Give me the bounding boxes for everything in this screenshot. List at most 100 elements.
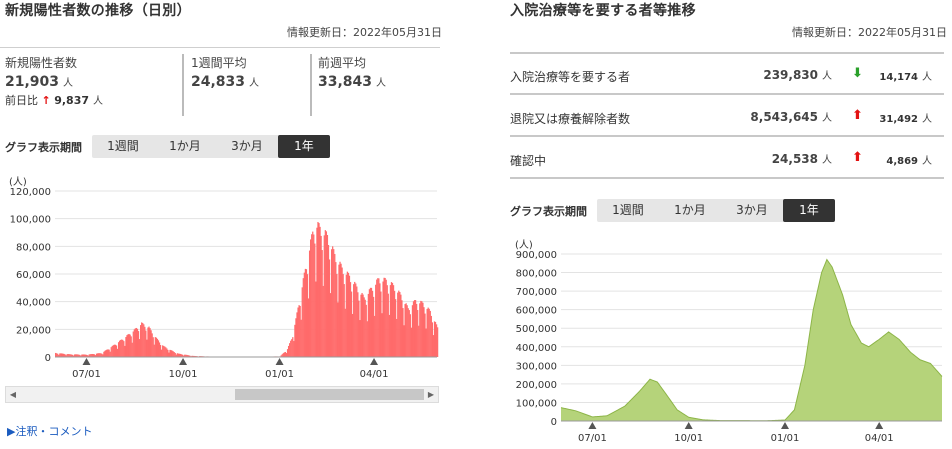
weekly-avg-label: 1週間平均 [191,56,247,70]
new-cases-label: 新規陽性者数 [5,56,78,70]
y-tick-label: 0 [551,417,557,428]
left-period-selector: グラフ表示期間 1週間 1か月 3か月 1年 [5,135,330,158]
stat-divider [182,54,184,116]
right-updated-date: 情報更新日：2022年05月31日 [792,26,947,39]
row-label: 退院又は療養解除者数 [510,112,631,126]
weekly-avg-unit: 人 [249,78,260,89]
row-unit: 人 [822,155,832,166]
x-tick-label: 10/01 [674,433,703,444]
table-row: 入院治療等を要する者 239,830 人 ⬇ 14,174 人 [510,54,944,95]
row-value-line: 239,830 人 [763,67,832,82]
row-value-line: 24,538 人 [772,151,832,166]
row-change-line: 14,174 人 [879,68,932,83]
y-tick-label: 80,000 [16,242,51,253]
period-1month-button[interactable]: 1か月 [154,135,216,158]
new-cases-chart: (人)020,00040,00060,00080,000100,000120,0… [9,176,439,380]
row-value-line: 8,543,645 人 [750,109,832,124]
row-unit: 人 [822,113,832,124]
change-unit: 人 [93,96,104,107]
change-value: 9,837 [54,94,90,107]
period-3month-button[interactable]: 3か月 [216,135,278,158]
x-tick-label: 07/01 [578,433,607,444]
x-tick-marker-icon [875,422,884,429]
left-stats-box: 新規陽性者数 21,903 人 前日比 ↑ 9,837 人 1週間平均 24,833… [0,47,440,119]
row-change: 4,869 [886,156,918,167]
y-tick-label: 600,000 [516,306,557,317]
row-change: 31,492 [879,114,918,125]
x-tick-label: 10/01 [169,369,198,380]
bar [437,327,439,357]
row-label: 入院治療等を要する者 [510,70,631,84]
period-1month-button[interactable]: 1か月 [659,199,721,222]
y-tick-label: 0 [45,353,51,364]
prev-week-value: 33,843 [318,74,373,90]
right-panel-title: 入院治療等を要する者等推移 [510,3,696,19]
y-tick-label: 900,000 [516,250,557,261]
stat-divider [310,54,312,116]
left-updated-date: 情報更新日：2022年05月31日 [287,26,442,39]
row-value: 24,538 [771,152,818,166]
row-change-unit: 人 [922,156,932,167]
change-label: 前日比 [5,94,38,107]
y-tick-label: 400,000 [516,343,557,354]
y-tick-label: 300,000 [516,361,557,372]
scroll-thumb[interactable] [235,389,424,400]
weekly-avg-value-line: 24,833 人 [191,74,259,90]
y-tick-label: 120,000 [10,187,51,198]
period-3month-button[interactable]: 3か月 [721,199,783,222]
x-tick-label: 01/01 [771,433,800,444]
row-change: 14,174 [879,72,918,83]
x-tick-label: 04/01 [865,433,894,444]
new-cases-value-line: 21,903 人 [5,74,103,90]
period-1year-button[interactable]: 1年 [783,199,835,222]
row-change-unit: 人 [922,114,932,125]
x-tick-label: 01/01 [265,369,294,380]
row-change-line: 31,492 人 [879,110,932,125]
row-label: 確認中 [510,154,547,168]
row-value: 8,543,645 [750,110,818,124]
x-tick-marker-icon [780,422,789,429]
up-arrow-icon: ↑ [41,94,51,107]
weekly-avg-value: 24,833 [191,74,246,90]
y-tick-label: 700,000 [516,287,557,298]
x-tick-marker-icon [588,422,597,429]
x-tick-marker-icon [179,358,188,365]
right-period-selector: グラフ表示期間 1週間 1か月 3か月 1年 [510,199,835,222]
period-1week-button[interactable]: 1週間 [92,135,154,158]
hospitalization-chart: (人)0100,000200,000300,000400,000500,0006… [515,239,943,444]
prev-week-label: 前週平均 [318,56,367,70]
row-change-line: 4,869 人 [886,152,932,167]
chart-scrollbar[interactable]: ◀ ▶ [5,386,439,403]
down-arrow-icon: ⬇ [852,66,863,81]
y-tick-label: 20,000 [16,325,51,336]
period-segmented-control: 1週間 1か月 3か月 1年 [597,199,835,222]
x-tick-label: 04/01 [360,369,389,380]
row-change-unit: 人 [922,72,932,83]
period-1week-button[interactable]: 1週間 [597,199,659,222]
y-tick-label: 800,000 [516,269,557,280]
x-tick-marker-icon [275,358,284,365]
new-cases-value: 21,903 [5,74,60,90]
new-cases-stat: 新規陽性者数 21,903 人 前日比 ↑ 9,837 人 [5,54,103,108]
area-series [561,259,942,421]
period-segmented-control: 1週間 1か月 3か月 1年 [92,135,330,158]
notes-comments-link[interactable]: ▶注釈・コメント [7,423,92,439]
scroll-right-arrow-icon[interactable]: ▶ [424,387,438,402]
y-tick-label: 40,000 [16,298,51,309]
x-tick-marker-icon [82,358,91,365]
y-tick-label: 100,000 [516,398,557,409]
prev-week-value-line: 33,843 人 [318,74,386,90]
x-tick-label: 07/01 [72,369,101,380]
row-unit: 人 [822,71,832,82]
period-label: グラフ表示期間 [510,204,587,218]
period-1year-button[interactable]: 1年 [278,135,330,158]
x-tick-marker-icon [370,358,379,365]
prev-week-unit: 人 [376,78,387,89]
up-arrow-icon: ⬆ [852,108,863,123]
y-tick-label: 60,000 [16,270,51,281]
prev-week-stat: 前週平均 33,843 人 [318,54,386,90]
scroll-left-arrow-icon[interactable]: ◀ [6,387,20,402]
new-cases-unit: 人 [63,78,74,89]
table-row: 確認中 24,538 人 ⬆ 4,869 人 [510,138,944,179]
x-tick-marker-icon [684,422,693,429]
